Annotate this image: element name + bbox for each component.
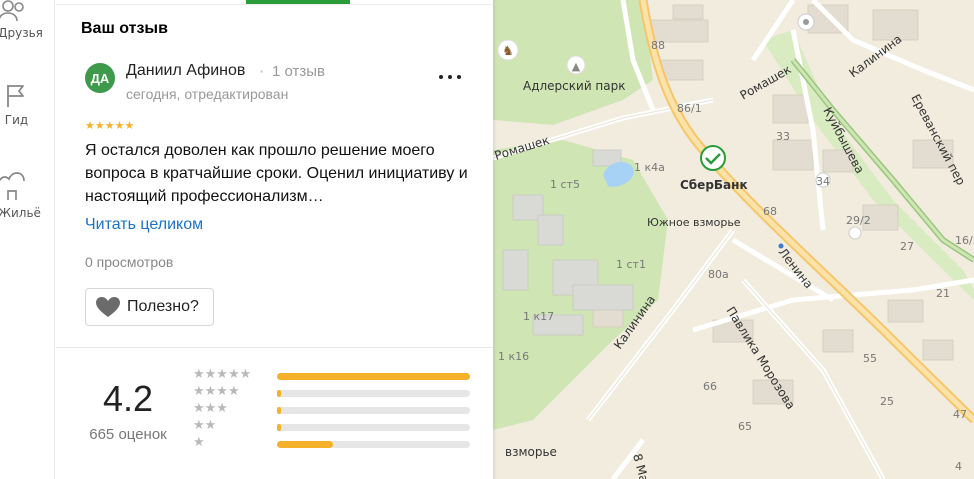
useful-button-label: Полезно?	[127, 298, 199, 315]
distribution-bar-fill	[277, 373, 470, 380]
section-divider	[56, 347, 493, 348]
map-building-number: 16/3	[955, 234, 974, 247]
ratings-count: 665 оценок	[89, 426, 167, 443]
read-more-link[interactable]: Читать целиком	[85, 216, 203, 234]
distribution-stars: ★★★★★	[193, 367, 252, 382]
map-building-number: 29/2	[846, 214, 871, 227]
map-building-number: 4	[955, 460, 962, 473]
nav-item-friends[interactable]: Друзья	[0, 0, 55, 40]
map-building-number: 33	[776, 130, 790, 143]
author-review-count: 1 отзыв	[272, 63, 326, 80]
nav-label-friends: Друзья	[0, 26, 43, 40]
distribution-bar-track	[277, 424, 470, 431]
map-building-number: 65	[738, 420, 752, 433]
views-count: 0 просмотров	[85, 254, 174, 270]
panel-shadow	[493, 0, 497, 479]
map-building-number: 25	[880, 395, 894, 408]
map-building-number: 80а	[708, 268, 729, 281]
review-date: сегодня, отредактирован	[126, 86, 289, 102]
distribution-stars: ★★	[193, 418, 217, 433]
distribution-stars: ★★★	[193, 401, 228, 416]
nav-label-housing: Жильё	[0, 206, 41, 220]
distribution-bar-fill	[277, 441, 333, 448]
map-building-number: 55	[863, 352, 877, 365]
distribution-bar-track	[277, 441, 470, 448]
friends-icon	[0, 0, 24, 22]
sberbank-logo-icon[interactable]	[700, 145, 726, 171]
nav-item-housing[interactable]: Жильё	[0, 170, 55, 220]
svg-text:▲: ▲	[572, 60, 581, 73]
map-building-number: 21	[936, 287, 950, 300]
zoo-icon[interactable]: ♞	[497, 39, 519, 61]
map-view[interactable]: ♞ ▲ Ромашек Ромашек Калинина Калинина Ку…	[493, 0, 974, 479]
distribution-bar-fill	[277, 390, 281, 397]
review-panel: Ваш отзыв ДА Даниил Афинов · 1 отзыв сег…	[56, 0, 493, 479]
more-dots-icon[interactable]	[438, 68, 462, 84]
author-name[interactable]: Даниил Афинов	[126, 62, 245, 80]
map-building-number: 1 ст5	[550, 178, 580, 191]
place-marker-icon[interactable]	[797, 13, 815, 31]
map-building-number: 34	[816, 175, 830, 188]
distribution-bar-fill	[277, 407, 281, 414]
distribution-stars: ★★★★	[193, 384, 240, 399]
map-building-number: 47	[953, 408, 967, 421]
map-building-number: 1 к17	[523, 310, 554, 323]
map-building-number: 1 ст1	[616, 258, 646, 271]
tab-divider	[56, 4, 493, 5]
heart-icon	[96, 297, 120, 317]
distribution-bar-track	[277, 373, 470, 380]
avatar[interactable]: ДА	[85, 63, 115, 93]
useful-button[interactable]: Полезно?	[85, 288, 214, 326]
map-poi-label[interactable]: Южное взморье	[647, 216, 741, 229]
svg-text:♞: ♞	[502, 44, 514, 59]
section-title: Ваш отзыв	[81, 20, 168, 37]
review-text: Я остался доволен как прошло решение мое…	[85, 142, 468, 205]
map-building-number: 68	[763, 205, 777, 218]
park-marker-icon[interactable]: ▲	[566, 55, 586, 75]
distribution-bar-track	[277, 407, 470, 414]
map-building-number: 27	[900, 240, 914, 253]
nav-rail: Друзья Гид Жильё	[0, 0, 55, 479]
flag-icon	[7, 85, 24, 107]
author-separator: ·	[259, 62, 265, 81]
distribution-bar-fill	[277, 424, 281, 431]
nav-item-guide[interactable]: Гид	[0, 83, 55, 127]
distribution-stars: ★	[193, 435, 205, 450]
average-rating: 4.2	[102, 378, 154, 419]
map-poi-label[interactable]: СберБанк	[680, 178, 748, 192]
map-building-number: 86/1	[677, 102, 702, 115]
map-poi-label[interactable]: Адлерский парк	[523, 79, 626, 93]
place-marker-icon[interactable]	[848, 226, 862, 240]
house-icon	[0, 172, 25, 200]
distribution-bar-track	[277, 390, 470, 397]
map-building-number: 1 к16	[498, 350, 529, 363]
map-building-number: 66	[703, 380, 717, 393]
map-poi-label[interactable]: взморье	[505, 445, 557, 459]
review-rating-stars: ★★★★★	[85, 119, 135, 132]
map-building-number: 88	[651, 39, 665, 52]
map-building-number: 1 к4а	[634, 161, 665, 174]
nav-label-guide: Гид	[4, 113, 29, 127]
